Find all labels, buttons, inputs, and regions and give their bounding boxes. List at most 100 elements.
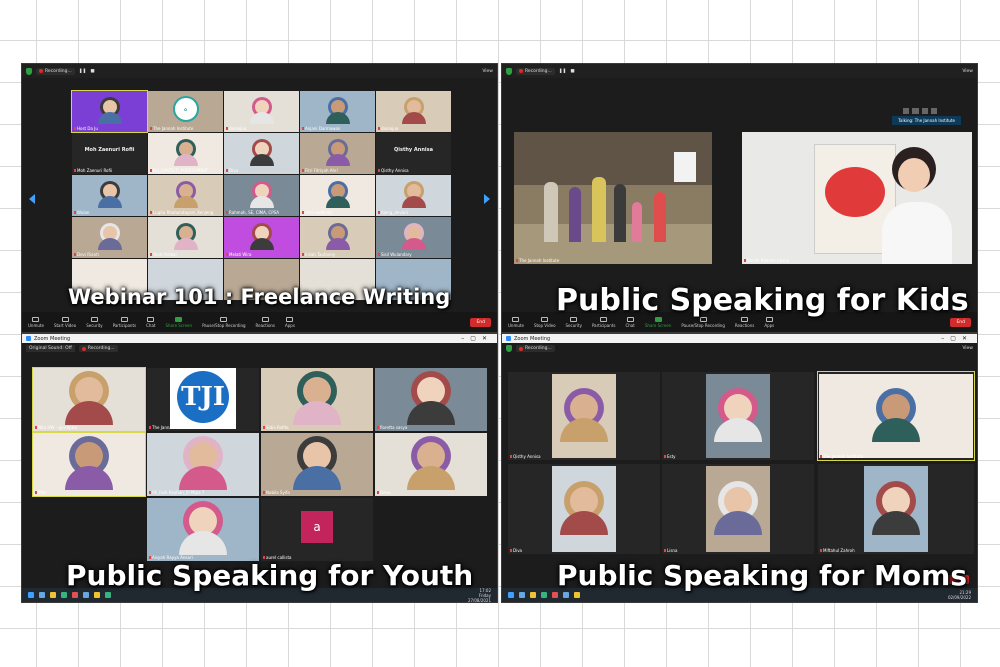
next-page-arrow-icon[interactable] [484,194,490,204]
participantsbutton[interactable]: Participants [592,316,615,328]
share-screenbutton[interactable]: Share Screen [645,316,671,328]
video-tile[interactable]: fioretta sasya [375,368,487,431]
window-controls[interactable]: –▢✕ [461,335,493,342]
stop-videobutton[interactable]: Stop Video [534,316,556,328]
file-explorer-icon[interactable] [530,592,536,598]
video-tile[interactable]: TJI The Jannah Institute [147,368,259,431]
taskbar-clock[interactable]: 21:29 02/09/2022 [948,590,971,600]
video-tile[interactable]: Dena [375,433,487,496]
recording-indicator[interactable]: Recording... [516,345,555,352]
video-tile[interactable]: Devi Rianti [72,217,147,258]
view-button[interactable]: View [962,346,973,351]
camera-feed [552,466,616,552]
video-tile[interactable]: Anjani Darmawan [300,91,375,132]
video-tile[interactable]: Diva [224,133,299,174]
video-tile[interactable]: Yardi Ambar [148,217,223,258]
end-meeting-button[interactable]: End [948,574,969,584]
video-tile[interactable]: BLJ_LIASTUTI_POERSAMBAT [148,133,223,174]
video-tile[interactable]: Inilah Taufanny [300,217,375,258]
video-tile[interactable]: Qisthy Annisa [508,372,660,460]
original-sound-button[interactable]: Original Sound: Off [26,345,75,352]
zoom-taskbar-icon[interactable] [83,592,89,598]
chatbutton[interactable]: Chat [146,316,155,328]
view-button[interactable]: View [482,69,493,74]
video-tile[interactable]: Miftahul Zahroh [818,464,974,554]
video-tile[interactable]: Nita HW - @aritpkw [32,367,146,432]
video-tile[interactable] [148,259,223,300]
video-tile[interactable]: Sidia Rofita [261,368,373,431]
video-tile[interactable]: Host Da Ju [71,90,148,133]
video-tile[interactable]: daniajua [376,91,451,132]
video-tile[interactable]: The Jannah Institute [514,132,712,264]
view-button[interactable]: View [962,69,973,74]
stop-icon[interactable]: ■ [90,69,94,74]
video-tile[interactable]: Melati Wira [224,217,299,258]
windows-start-icon[interactable] [28,592,34,598]
gallery-layout-icon[interactable] [903,108,937,114]
previous-page-arrow-icon[interactable] [29,194,35,204]
video-tile[interactable]: Lugita Rhohandayani_Kenjeng [148,175,223,216]
video-tile[interactable]: Fitri Fitriyah Ahri [300,133,375,174]
whatsapp-icon[interactable] [541,592,547,598]
video-tile[interactable]: Diva [508,464,660,554]
chatbutton[interactable]: Chat [625,316,635,328]
end-meeting-button[interactable]: End [950,317,971,327]
unmutebutton[interactable]: Unmute [508,316,524,328]
excel-icon[interactable] [105,592,111,598]
start-videobutton[interactable]: Start Video [54,316,76,328]
video-tile[interactable]: Qisthy Annisa Qisthy Annisa [376,133,451,174]
search-icon[interactable] [519,592,525,598]
video-tile[interactable]: Aisyah Rayya Ansari [147,498,259,561]
zoom-taskbar-icon[interactable] [563,592,569,598]
book-flower-illustration [825,167,885,217]
video-tile[interactable] [300,259,375,300]
securitybutton[interactable]: Security [566,316,582,328]
chrome-icon[interactable] [72,592,78,598]
video-tile[interactable]: a aurel callista [261,498,373,561]
video-tile[interactable]: Iffat [32,432,146,497]
video-tile[interactable]: Sisil Wulandary [376,217,451,258]
video-tile[interactable]: 06_Fath Reyhan_XI Mipa 7 [147,433,259,496]
pause-stop-recordingbutton[interactable]: Pause/Stop Recording [681,316,725,328]
window-controls[interactable]: –▢✕ [941,335,973,342]
pause-stop-recordingbutton[interactable]: Pause/Stop Recording [202,316,246,328]
video-tile[interactable] [72,259,147,300]
video-tile[interactable]: Ajeng_devani [376,175,451,216]
video-tile[interactable] [376,259,451,300]
appsbutton[interactable]: Apps [285,316,295,328]
folder-icon[interactable] [574,592,580,598]
windows-start-icon[interactable] [508,592,514,598]
appsbutton[interactable]: Apps [764,316,774,328]
video-tile[interactable]: Bocah Nilasari Lanny [742,132,972,264]
folder-icon[interactable] [94,592,100,598]
participantsbutton[interactable]: Participants [113,316,136,328]
video-tile[interactable]: daniajua [224,91,299,132]
video-tile[interactable]: ✿ The Jannah Institute [148,91,223,132]
taskbar-clock[interactable]: 17:02 Friday 27/08/2021 [468,588,491,603]
video-tile[interactable]: Esty [662,372,814,460]
file-explorer-icon[interactable] [50,592,56,598]
reactionsbutton[interactable]: Reactions [256,316,275,328]
whatsapp-icon[interactable] [61,592,67,598]
search-icon[interactable] [39,592,45,598]
recording-indicator[interactable]: Recording... [516,67,555,75]
recording-indicator[interactable]: Recording... [78,345,118,352]
recording-indicator[interactable]: Recording... [36,67,75,75]
pause-icon[interactable]: ❚❚ [79,69,87,74]
stop-icon[interactable]: ■ [570,69,574,74]
end-meeting-button[interactable]: End [470,317,491,327]
video-tile[interactable]: Wulan [72,175,147,216]
share-screenbutton[interactable]: Share Screen [165,316,192,328]
video-tile[interactable]: Umi nadhiroh [300,175,375,216]
video-tile[interactable]: Moh Zaenuri Rofii Moh Zaenuri Rofii [72,133,147,174]
chrome-icon[interactable] [552,592,558,598]
pause-icon[interactable]: ❚❚ [559,69,567,74]
video-tile[interactable]: Rahmah, SE, CIMA, CPSA [224,175,299,216]
video-tile[interactable]: Nabila Syifa [261,433,373,496]
unmutebutton[interactable]: Unmute [28,316,44,328]
video-tile[interactable]: Lisna [662,464,814,554]
video-tile[interactable] [224,259,299,300]
reactionsbutton[interactable]: Reactions [735,316,754,328]
video-tile[interactable]: The Jannah Institute [817,371,975,461]
securitybutton[interactable]: Security [86,316,103,328]
